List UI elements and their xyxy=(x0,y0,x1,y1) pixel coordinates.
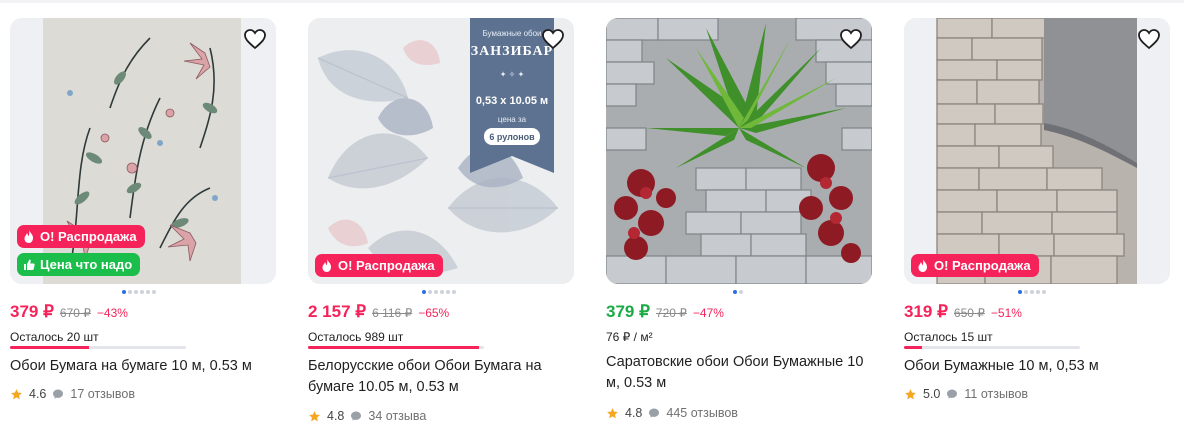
old-price: 650 ₽ xyxy=(953,306,985,320)
comment-icon xyxy=(351,411,362,421)
stock-bar xyxy=(308,346,484,349)
reviews-count: 17 отзывов xyxy=(70,387,135,401)
stock-text: Осталось 989 шт xyxy=(308,330,404,344)
current-price: 2 157 ₽ xyxy=(308,302,367,321)
image-carousel-dots[interactable] xyxy=(122,290,156,294)
star-icon xyxy=(905,388,916,399)
discount: −65% xyxy=(418,306,450,320)
sale-badge[interactable]: О! Распродажа xyxy=(17,225,145,248)
rating-row[interactable]: 4.6 17 отзывов xyxy=(10,387,135,401)
stock-text: Осталось 20 шт xyxy=(10,330,99,344)
price-row: 379 ₽ 720 ₽ −47% xyxy=(606,302,724,322)
rating-row[interactable]: 4.8 445 отзывов xyxy=(606,406,738,420)
current-price: 319 ₽ xyxy=(904,302,948,321)
image-carousel-dots[interactable] xyxy=(422,290,456,294)
rating-value: 4.6 xyxy=(29,387,47,401)
product-image[interactable]: Бумажные обои ЗАНЗИБАР ✦ ✧ ✦ 0,53 х 10.0… xyxy=(308,18,574,284)
sale-badge-label: О! Распродажа xyxy=(40,229,137,244)
product-card[interactable]: 379 ₽ 720 ₽ −47% 76 ₽ / м² Саратовские о… xyxy=(606,18,872,438)
image-carousel-dots[interactable] xyxy=(733,290,743,294)
good-price-badge[interactable]: Цена что надо xyxy=(17,253,141,276)
rating-row[interactable]: 4.8 34 отзыва xyxy=(308,409,426,423)
product-image[interactable]: О! Распродажа Цена что надо xyxy=(10,18,276,284)
product-card[interactable]: О! Распродажа 319 ₽ 650 ₽ −51% Осталось … xyxy=(904,18,1170,438)
fire-icon xyxy=(24,230,33,243)
stone-wall-plants-wallpaper-image xyxy=(606,18,872,284)
heart-icon[interactable] xyxy=(540,26,566,52)
image-price-for: цена за xyxy=(498,115,527,124)
reviews-count: 445 отзывов xyxy=(666,406,738,420)
rating-value: 4.8 xyxy=(625,406,643,420)
product-grid: О! Распродажа Цена что надо 379 ₽ 670 ₽ … xyxy=(0,0,1184,441)
old-price: 6 116 ₽ xyxy=(372,306,413,320)
comment-icon xyxy=(947,389,958,399)
product-card[interactable]: Бумажные обои ЗАНЗИБАР ✦ ✧ ✦ 0,53 х 10.0… xyxy=(308,18,574,438)
product-title[interactable]: Обои Бумажные 10 м, 0,53 м xyxy=(904,356,1170,377)
old-price: 670 ₽ xyxy=(59,306,91,320)
product-title[interactable]: Обои Бумага на бумаге 10 м, 0.53 м xyxy=(10,356,276,377)
product-title[interactable]: Саратовские обои Обои Бумажные 10 м, 0.5… xyxy=(606,352,872,394)
good-price-badge-label: Цена что надо xyxy=(40,257,133,272)
discount: −47% xyxy=(692,306,724,320)
sale-badge[interactable]: О! Распродажа xyxy=(911,254,1039,277)
product-card[interactable]: О! Распродажа Цена что надо 379 ₽ 670 ₽ … xyxy=(10,18,276,438)
stock-text: Осталось 15 шт xyxy=(904,330,993,344)
tropical-leaves-wallpaper-image: Бумажные обои ЗАНЗИБАР ✦ ✧ ✦ 0,53 х 10.0… xyxy=(308,18,574,284)
current-price: 379 ₽ xyxy=(10,302,54,321)
stock-bar xyxy=(10,346,186,349)
price-row: 2 157 ₽ 6 116 ₽ −65% xyxy=(308,302,449,322)
star-icon xyxy=(309,410,320,421)
svg-text:✦ ✧ ✦: ✦ ✧ ✦ xyxy=(500,70,525,79)
comment-icon xyxy=(53,389,64,399)
fire-icon xyxy=(918,259,927,272)
product-image[interactable] xyxy=(606,18,872,284)
sale-badge-label: О! Распродажа xyxy=(934,258,1031,273)
price-row: 379 ₽ 670 ₽ −43% xyxy=(10,302,128,322)
comment-icon xyxy=(649,408,660,418)
reviews-count: 11 отзывов xyxy=(964,387,1029,401)
brick-wallpaper-image xyxy=(904,18,1170,284)
discount: −43% xyxy=(96,306,128,320)
product-image[interactable]: О! Распродажа xyxy=(904,18,1170,284)
reviews-count: 34 отзыва xyxy=(368,409,427,423)
rating-value: 5.0 xyxy=(923,387,941,401)
sale-badge[interactable]: О! Распродажа xyxy=(315,254,443,277)
star-icon xyxy=(11,388,22,399)
star-icon xyxy=(607,407,618,418)
heart-icon[interactable] xyxy=(1136,26,1162,52)
image-size: 0,53 х 10.05 м xyxy=(476,95,548,107)
price-row: 319 ₽ 650 ₽ −51% xyxy=(904,302,1022,322)
current-price: 379 ₽ xyxy=(606,302,650,321)
heart-icon[interactable] xyxy=(838,26,864,52)
fire-icon xyxy=(322,259,331,272)
thumbs-up-icon xyxy=(24,259,35,270)
image-carousel-dots[interactable] xyxy=(1018,290,1046,294)
stock-bar xyxy=(904,346,1080,349)
image-caption-top: Бумажные обои xyxy=(482,29,541,38)
sale-badge-label: О! Распродажа xyxy=(338,258,435,273)
heart-icon[interactable] xyxy=(242,26,268,52)
rating-row[interactable]: 5.0 11 отзывов xyxy=(904,387,1028,401)
rating-value: 4.8 xyxy=(327,409,345,423)
unit-price: 76 ₽ / м² xyxy=(606,330,653,344)
discount: −51% xyxy=(990,306,1022,320)
product-title[interactable]: Белорусские обои Обои Бумага на бумаге 1… xyxy=(308,356,574,398)
image-rolls: 6 рулонов xyxy=(489,132,535,142)
old-price: 720 ₽ xyxy=(655,306,687,320)
